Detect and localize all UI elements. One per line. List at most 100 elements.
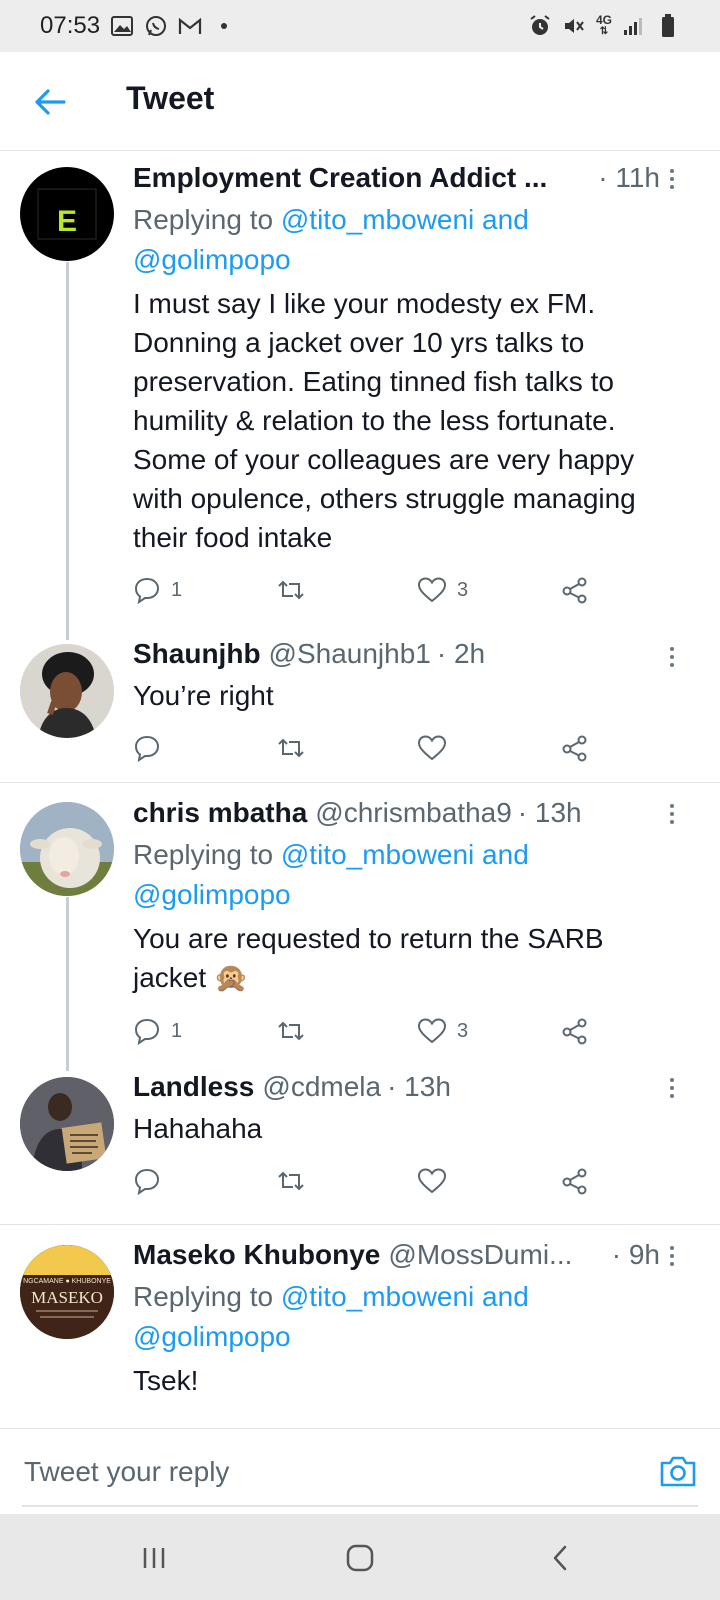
author-name[interactable]: Employment Creation Addict ... (133, 162, 547, 194)
reply-count: 1 (171, 1019, 183, 1042)
avatar[interactable]: E (20, 167, 114, 261)
thread-line (66, 262, 69, 640)
tweet-text: I must say I like your modesty ex FM. Do… (133, 288, 636, 553)
tweet-time: · 13h (517, 797, 582, 828)
more-options-button[interactable] (662, 799, 682, 829)
tweet-2[interactable]: Shaunjhb @Shaunjhb1 · 2h You’re right (0, 638, 720, 782)
avatar-letter: E (57, 205, 77, 238)
reply-mentions-link[interactable]: @tito_mboweni and (281, 839, 529, 870)
tweet-header: chris mbatha @chrismbatha9 · 13h (133, 797, 660, 829)
share-icon (562, 1018, 587, 1045)
author-name[interactable]: Landless (133, 1071, 254, 1103)
like-button[interactable] (417, 1163, 447, 1199)
back-nav-button[interactable] (540, 1540, 580, 1576)
retweet-icon (278, 738, 304, 758)
retweet-button[interactable] (275, 730, 307, 766)
page-title: Tweet (126, 80, 215, 116)
author-handle[interactable]: @cdmela (262, 1071, 381, 1103)
tweet-feed[interactable]: E Employment Creation Addict ... · 11h R… (0, 150, 720, 1428)
status-time: 07:53 (40, 12, 101, 39)
avatar[interactable] (20, 802, 114, 896)
tweet-5[interactable]: NGCAMANE ● KHUBONYE MASEKO Maseko Khubon… (0, 1225, 720, 1428)
reply-button[interactable]: 1 (133, 1013, 182, 1049)
home-button[interactable] (340, 1540, 380, 1576)
reply-prefix: Replying to (133, 204, 281, 235)
reply-underline (22, 1505, 698, 1507)
status-left: 07:53 (40, 12, 236, 40)
reply-mentions-link[interactable]: @tito_mboweni and (281, 1281, 529, 1312)
like-button[interactable]: 3 (417, 572, 468, 608)
share-button[interactable] (561, 1013, 589, 1049)
reply-mentions-link-2[interactable]: @golimpopo (133, 244, 291, 275)
reply-count: 1 (171, 578, 183, 601)
retweet-icon (278, 1021, 304, 1041)
reply-input[interactable] (22, 1449, 586, 1495)
tweet-header: Employment Creation Addict ... · 11h (133, 162, 660, 194)
heart-icon (417, 1168, 447, 1194)
battery-icon (656, 14, 680, 38)
network-label: 4G (595, 13, 612, 27)
home-icon (346, 1544, 374, 1572)
tweet-3[interactable]: chris mbatha @chrismbatha9 · 13h Replyin… (0, 783, 720, 1071)
like-count: 3 (457, 1019, 469, 1042)
tweet-header: Landless @cdmela · 13h (133, 1071, 660, 1103)
dot-icon (212, 14, 236, 38)
retweet-button[interactable] (275, 572, 307, 608)
arrow-left-icon (35, 89, 66, 115)
reply-context: Replying to @tito_mboweni and @golimpopo (133, 835, 680, 915)
reply-button[interactable] (133, 730, 161, 766)
tweet-text: Tsek! (133, 1365, 199, 1396)
more-options-button[interactable] (662, 1241, 682, 1271)
gmail-icon (178, 14, 202, 38)
tweet-1[interactable]: E Employment Creation Addict ... · 11h R… (0, 150, 720, 640)
back-button[interactable] (30, 82, 70, 122)
reply-prefix: Replying to (133, 839, 281, 870)
tweet-time: · 9h (611, 1239, 660, 1270)
status-right: 4G ⇅ (528, 14, 680, 38)
retweet-button[interactable] (275, 1013, 307, 1049)
author-handle[interactable]: @MossDumi... (388, 1239, 572, 1271)
author-name[interactable]: chris mbatha (133, 797, 307, 829)
reply-button[interactable] (133, 1163, 161, 1199)
like-button[interactable]: 3 (417, 1013, 468, 1049)
recents-button[interactable] (134, 1540, 174, 1576)
alarm-icon (528, 14, 552, 38)
reply-mentions-link[interactable]: @tito_mboweni and (281, 204, 529, 235)
recents-icon (143, 1548, 165, 1568)
tweet-actions: 1 3 (133, 572, 603, 608)
more-options-button[interactable] (662, 164, 682, 194)
more-options-button[interactable] (662, 1073, 682, 1103)
avatar[interactable]: NGCAMANE ● KHUBONYE MASEKO (20, 1245, 114, 1339)
tweet-time: · 13h (387, 1071, 451, 1102)
more-options-button[interactable] (662, 642, 682, 672)
share-button[interactable] (561, 730, 589, 766)
tweet-actions: 1 3 (133, 1013, 603, 1049)
tweet-4[interactable]: Landless @cdmela · 13h Hahahaha (0, 1071, 720, 1221)
camera-button[interactable] (658, 1451, 698, 1491)
author-handle[interactable]: @chrismbatha9 (315, 797, 512, 829)
reply-button[interactable]: 1 (133, 572, 182, 608)
author-name[interactable]: Shaunjhb (133, 638, 261, 670)
avatar[interactable] (20, 1077, 114, 1171)
tweet-time: · 2h (436, 638, 486, 669)
reply-icon (134, 1168, 160, 1195)
reply-mentions-link-2[interactable]: @golimpopo (133, 1321, 291, 1352)
reply-icon (134, 577, 160, 604)
avatar[interactable] (20, 644, 114, 738)
avatar-text-top: NGCAMANE ● KHUBONYE (23, 1278, 111, 1285)
reply-context: Replying to @tito_mboweni and @golimpopo (133, 1277, 680, 1357)
share-button[interactable] (561, 572, 589, 608)
share-icon (562, 1168, 587, 1195)
author-name[interactable]: Maseko Khubonye (133, 1239, 380, 1271)
reply-bar (0, 1428, 720, 1515)
thread-line (66, 897, 69, 1071)
back-icon (553, 1545, 567, 1571)
like-button[interactable] (417, 730, 447, 766)
share-button[interactable] (561, 1163, 589, 1199)
system-nav-bar (0, 1514, 720, 1600)
reply-mentions-link-2[interactable]: @golimpopo (133, 879, 291, 910)
status-bar: 07:53 4G ⇅ (0, 0, 720, 52)
author-handle[interactable]: @Shaunjhb1 (269, 638, 431, 670)
retweet-button[interactable] (275, 1163, 307, 1199)
network-icon: 4G ⇅ (595, 13, 612, 37)
